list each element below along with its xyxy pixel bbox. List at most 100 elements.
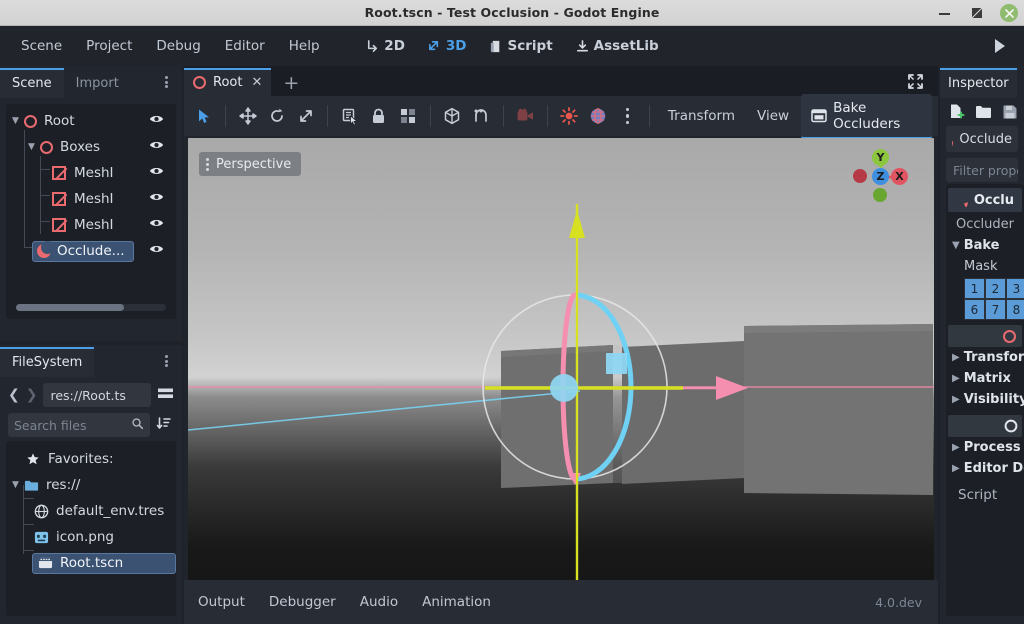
- view-menu-button[interactable]: View: [747, 102, 799, 130]
- inspector-filter-input[interactable]: Filter prope: [946, 158, 1018, 182]
- inspector-section-visibility[interactable]: ▶ Visibility: [946, 389, 1024, 410]
- visibility-eye-icon[interactable]: [149, 139, 164, 155]
- chevron-down-icon[interactable]: ▼: [28, 142, 40, 152]
- select-tool-button[interactable]: [190, 101, 217, 131]
- filesystem-dock-menu-icon[interactable]: [159, 353, 173, 369]
- scene-tree-selection[interactable]: Occlude...: [32, 240, 134, 262]
- mask-cell-8[interactable]: 8: [1006, 299, 1024, 320]
- preview-sun-button[interactable]: [556, 101, 583, 131]
- inspector-mask-grid[interactable]: 1 6 2 7 3 8: [946, 278, 1024, 320]
- 3d-viewport[interactable]: Perspective Y Z X: [188, 138, 934, 624]
- bottom-tab-animation[interactable]: Animation: [422, 594, 491, 610]
- lock-tool-button[interactable]: [365, 101, 392, 131]
- chevron-right-icon[interactable]: ❯: [26, 387, 38, 403]
- mask-cell-6[interactable]: 6: [964, 299, 985, 320]
- chevron-right-icon[interactable]: ▶: [952, 394, 960, 405]
- tab-scene[interactable]: Scene: [0, 68, 64, 98]
- split-mode-icon[interactable]: [157, 386, 176, 405]
- fullscreen-icon[interactable]: [907, 73, 924, 94]
- inspector-object-selector[interactable]: Occlude: [946, 126, 1018, 152]
- tab-filesystem[interactable]: FileSystem: [0, 347, 95, 377]
- tab-inspector[interactable]: Inspector: [940, 68, 1017, 98]
- scale-tool-button[interactable]: [292, 101, 319, 131]
- filesystem-item-default-env[interactable]: default_env.tres: [6, 498, 176, 524]
- scene-tree-item-meshinstance-1[interactable]: MeshI: [6, 160, 176, 186]
- scene-tree-item-meshinstance-3[interactable]: MeshI: [6, 212, 176, 238]
- list-select-tool-button[interactable]: [336, 101, 363, 131]
- visibility-eye-icon[interactable]: [149, 243, 164, 259]
- filesystem-favorites-row[interactable]: Favorites:: [6, 446, 176, 472]
- viewport-more-button[interactable]: [614, 101, 641, 131]
- play-button[interactable]: [990, 37, 1010, 55]
- sort-icon[interactable]: [156, 416, 176, 435]
- preview-environment-button[interactable]: [585, 101, 612, 131]
- scene-tree-item-root[interactable]: ▼ Root: [6, 108, 176, 134]
- visibility-eye-icon[interactable]: [149, 191, 164, 207]
- close-icon[interactable]: [1000, 4, 1018, 22]
- filesystem-selection[interactable]: Root.tscn: [32, 552, 176, 574]
- filesystem-search-input[interactable]: Search files: [8, 413, 150, 437]
- inspector-section-editor-description[interactable]: ▶ Editor De: [946, 458, 1024, 479]
- scene-tab-root[interactable]: Root ✕: [184, 68, 272, 96]
- scene-dock-menu-icon[interactable]: [159, 74, 173, 90]
- new-resource-button[interactable]: [948, 103, 965, 120]
- maximize-icon[interactable]: [968, 4, 986, 22]
- filesystem-item-root-tscn[interactable]: Root.tscn: [6, 550, 176, 576]
- filesystem-item-icon-png[interactable]: icon.png: [6, 524, 176, 550]
- load-resource-button[interactable]: [975, 104, 992, 119]
- filesystem-tree[interactable]: Favorites: ▼ res:// default_env.tres ico…: [6, 441, 176, 616]
- mask-cell-2[interactable]: 2: [985, 278, 1006, 299]
- scene-tree-item-boxes[interactable]: ▼ Boxes: [6, 134, 176, 160]
- inspector-resource-header[interactable]: Occlu: [948, 188, 1022, 212]
- perspective-menu-button[interactable]: Perspective: [199, 152, 302, 176]
- chevron-right-icon[interactable]: ▶: [952, 352, 960, 363]
- chevron-left-icon[interactable]: ❮: [8, 387, 20, 403]
- add-scene-tab-button[interactable]: +: [271, 70, 311, 96]
- mask-cell-3[interactable]: 3: [1006, 278, 1024, 299]
- chevron-right-icon[interactable]: ▶: [952, 442, 960, 453]
- axis-gizmo[interactable]: Y Z X: [850, 146, 912, 208]
- bake-occluders-button[interactable]: Bake Occluders: [801, 93, 932, 139]
- inspector-section-matrix[interactable]: ▶ Matrix: [946, 368, 1024, 389]
- chevron-down-icon[interactable]: ▼: [952, 240, 960, 251]
- inspector-section-bake[interactable]: ▼ Bake: [946, 235, 1024, 256]
- inspector-properties[interactable]: Occlu Occluder ▼ Bake Mask 1 6 2 7 3 8 ▶…: [946, 184, 1024, 616]
- tab-assetlib[interactable]: AssetLib: [566, 33, 668, 59]
- chevron-down-icon[interactable]: ▼: [12, 480, 24, 490]
- inspector-section-transform[interactable]: ▶ Transform: [946, 347, 1024, 368]
- minimize-icon[interactable]: [936, 4, 954, 22]
- inspector-node-header-node[interactable]: [948, 415, 1022, 437]
- bottom-tab-debugger[interactable]: Debugger: [269, 594, 336, 610]
- chevron-down-icon[interactable]: ▼: [12, 116, 24, 126]
- visibility-eye-icon[interactable]: [149, 217, 164, 233]
- close-icon[interactable]: ✕: [251, 75, 262, 90]
- chevron-right-icon[interactable]: ▶: [952, 373, 960, 384]
- rotate-tool-button[interactable]: [263, 101, 290, 131]
- scene-tree-item-meshinstance-2[interactable]: MeshI: [6, 186, 176, 212]
- tab-3d[interactable]: 3D: [418, 33, 476, 59]
- visibility-eye-icon[interactable]: [149, 113, 164, 129]
- gizmo-axis-x-negative[interactable]: [853, 169, 867, 183]
- group-tool-button[interactable]: [395, 101, 422, 131]
- gizmo-axis-z-positive[interactable]: Z: [872, 168, 889, 185]
- gizmo-axis-x-positive[interactable]: X: [891, 168, 908, 185]
- filesystem-item-res-root[interactable]: ▼ res://: [6, 472, 176, 498]
- filesystem-path-input[interactable]: res://Root.ts: [43, 383, 151, 407]
- gizmo-axis-y-negative[interactable]: [873, 188, 887, 202]
- visibility-eye-icon[interactable]: [149, 165, 164, 181]
- inspector-section-process[interactable]: ▶ Process: [946, 437, 1024, 458]
- scene-tree[interactable]: ▼ Root ▼ Boxes MeshI MeshI MeshI Occlude…: [6, 104, 176, 319]
- mask-cell-7[interactable]: 7: [985, 299, 1006, 320]
- chevron-right-icon[interactable]: ▶: [952, 463, 960, 474]
- bottom-tab-audio[interactable]: Audio: [360, 594, 398, 610]
- snap-tool-button[interactable]: [439, 101, 466, 131]
- scene-tree-item-occluder[interactable]: Occlude...: [6, 238, 176, 264]
- tab-2d[interactable]: 2D: [356, 33, 414, 59]
- camera-tool-button[interactable]: [512, 101, 539, 131]
- snap-settings-tool-button[interactable]: [468, 101, 495, 131]
- transform-menu-button[interactable]: Transform: [658, 102, 745, 130]
- scene-tree-horizontal-scrollbar[interactable]: [16, 304, 166, 311]
- mask-cell-1[interactable]: 1: [964, 278, 985, 299]
- move-tool-button[interactable]: [234, 101, 261, 131]
- save-resource-button[interactable]: [1002, 104, 1018, 120]
